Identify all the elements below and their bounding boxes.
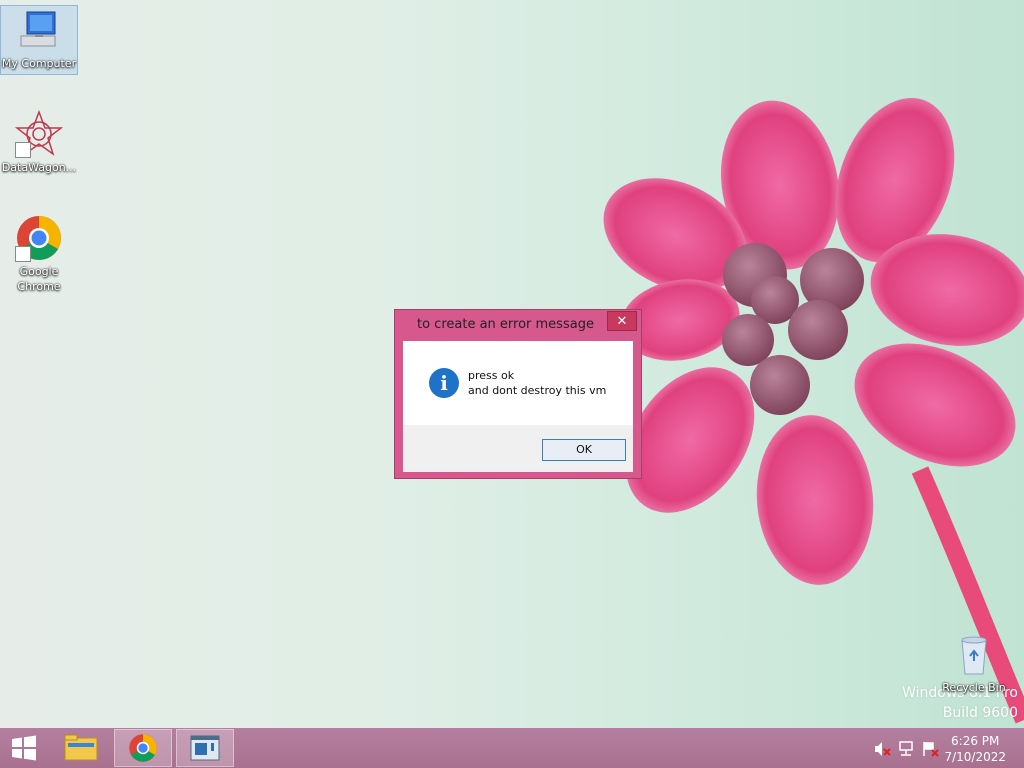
taskbar[interactable]: 6:26 PM 7/10/2022: [0, 728, 1024, 768]
chrome-icon: [129, 734, 157, 762]
speaker-muted-icon[interactable]: [874, 741, 892, 757]
taskbar-file-explorer[interactable]: [52, 729, 110, 767]
window-app-icon: [190, 735, 220, 761]
message-line-1: press ok: [468, 369, 515, 382]
desktop-icon-label: Google Chrome: [17, 265, 61, 293]
desktop-icon-label: My Computer: [1, 57, 77, 70]
desktop[interactable]: My Computer DataWagon... Google Chrome W…: [0, 0, 1024, 768]
desktop-icon-google-chrome[interactable]: Google Chrome: [1, 214, 77, 294]
desktop-icon-label: Recycle Bin: [942, 681, 1006, 694]
close-icon: ✕: [616, 314, 628, 329]
taskbar-dialog-app[interactable]: [176, 729, 234, 767]
clock-date: 7/10/2022: [944, 750, 1006, 764]
computer-icon: [15, 6, 63, 54]
dialog-content: i press ok and dont destroy this vm: [403, 341, 633, 425]
desktop-icon-label: DataWagon...: [1, 161, 77, 174]
desktop-icon-recycle-bin[interactable]: Recycle Bin: [936, 630, 1012, 695]
watermark-line2: Build 9600: [942, 705, 1018, 721]
taskbar-clock[interactable]: 6:26 PM 7/10/2022: [944, 733, 1006, 765]
dialog-body: i press ok and dont destroy this vm OK: [403, 341, 633, 472]
shortcut-arrow-icon: [15, 246, 31, 262]
dialog-title: to create an error message: [417, 317, 594, 332]
message-box-dialog[interactable]: to create an error message ✕ i press ok …: [394, 309, 642, 479]
ok-button[interactable]: OK: [542, 439, 626, 461]
datawagon-icon: [14, 109, 64, 158]
chrome-icon: [15, 214, 63, 262]
folder-icon: [64, 734, 98, 761]
shortcut-arrow-icon: [15, 142, 31, 158]
windows-logo-icon: [12, 735, 36, 761]
desktop-icon-my-computer[interactable]: My Computer: [0, 5, 78, 75]
dialog-message: press ok and dont destroy this vm: [468, 368, 606, 398]
action-center-flag-icon[interactable]: [922, 741, 940, 757]
clock-time: 6:26 PM: [951, 734, 1000, 748]
message-line-2: and dont destroy this vm: [468, 384, 607, 397]
dialog-titlebar[interactable]: to create an error message ✕: [395, 310, 641, 340]
info-icon: i: [429, 368, 459, 398]
taskbar-chrome[interactable]: [114, 729, 172, 767]
close-button[interactable]: ✕: [607, 311, 637, 331]
network-icon[interactable]: [898, 741, 916, 757]
recycle-bin-icon: [950, 630, 998, 678]
start-button[interactable]: [0, 729, 50, 767]
system-tray: [870, 728, 950, 768]
desktop-icon-datawagon[interactable]: DataWagon...: [1, 109, 77, 175]
